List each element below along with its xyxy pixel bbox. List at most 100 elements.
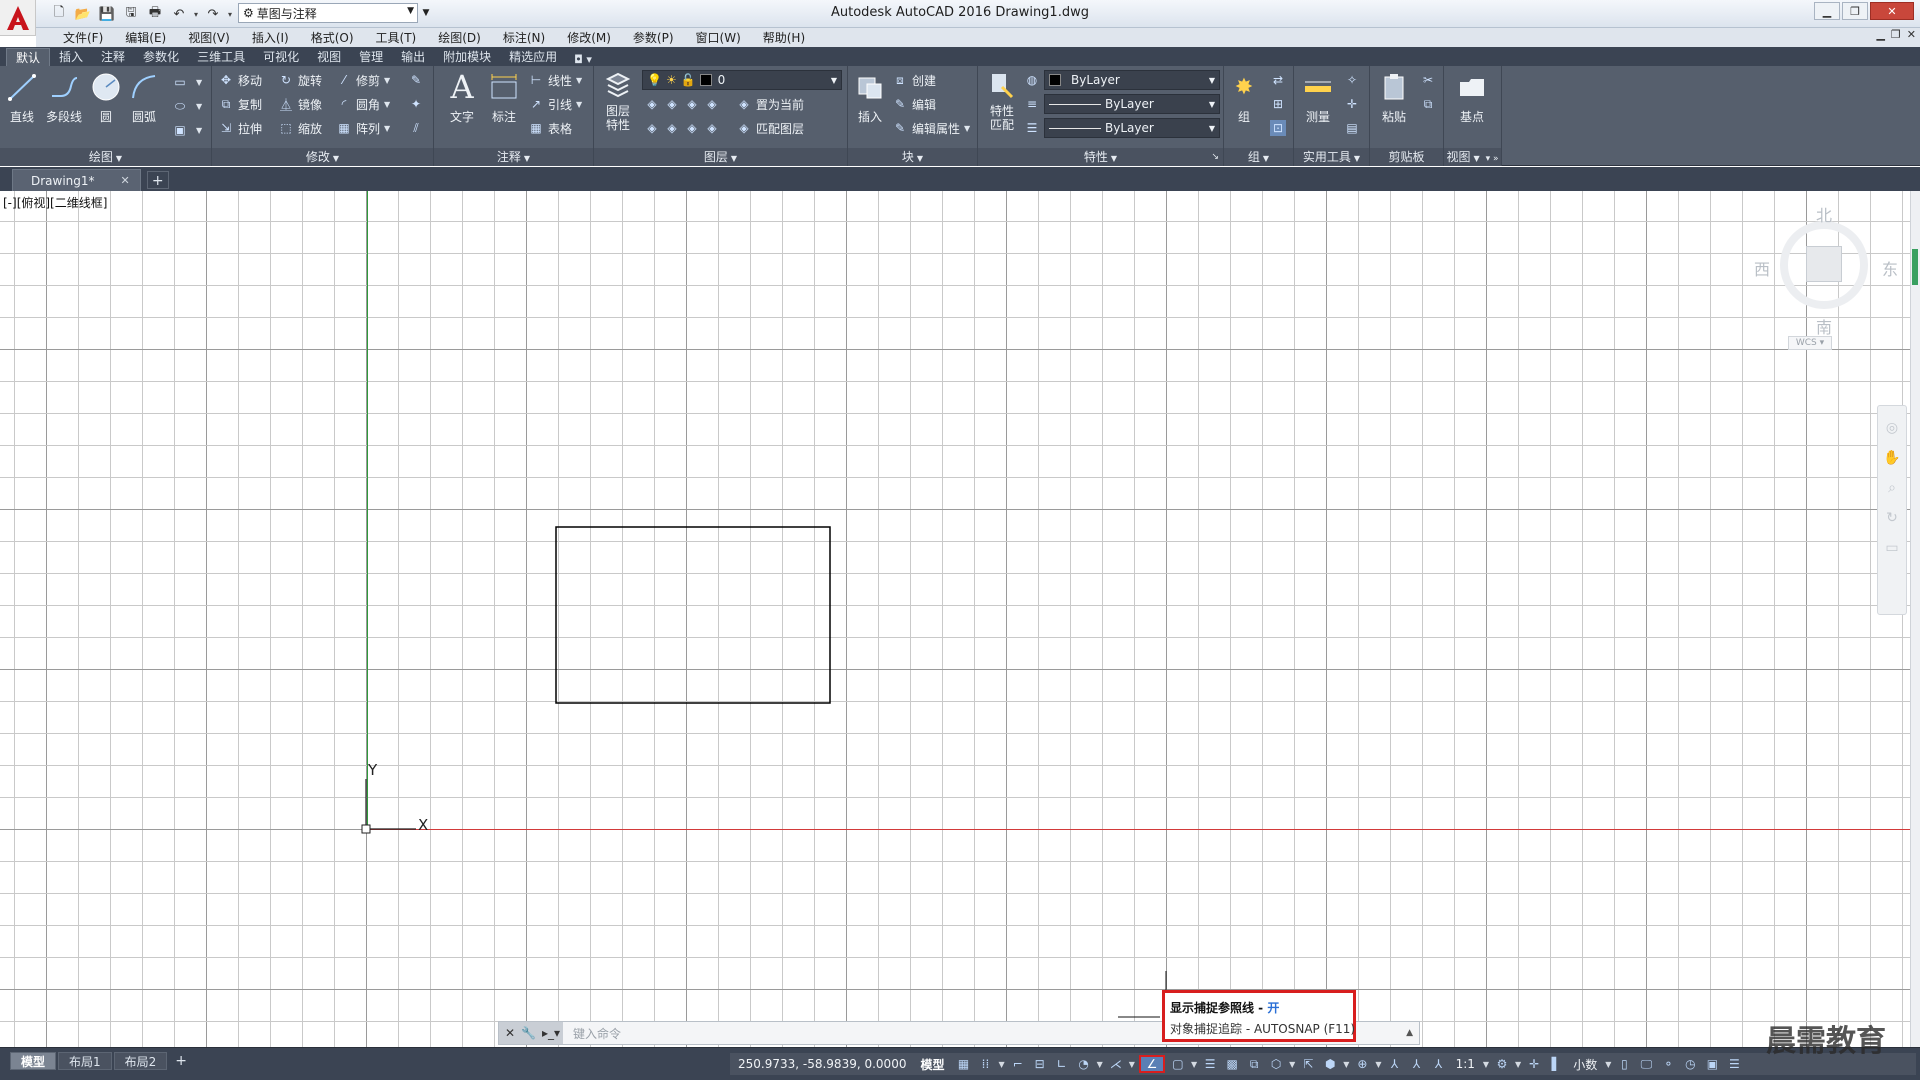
group-edit-icon[interactable]: ⊞ [1270,96,1286,112]
tab-addins[interactable]: 附加模块 [434,48,500,66]
base-view-button[interactable]: 基点 [1452,70,1492,125]
tab-manage[interactable]: 管理 [350,48,392,66]
chevron-down-icon[interactable]: ▼ [1605,1060,1611,1069]
panel-dialog-launcher-icon[interactable]: ↘ [1211,148,1219,166]
panel-title-view[interactable]: 视图 ▼ ▾ » [1444,148,1501,166]
lineweight-select[interactable]: ByLayer ▼ [1044,118,1220,138]
table-button[interactable]: ▦ 表格 [528,118,572,138]
zoom-icon[interactable]: ⌕ [1878,480,1906,496]
cut-icon[interactable]: ✂ [1420,72,1436,88]
compass-east[interactable]: 东 [1882,256,1898,280]
offset-button[interactable]: ⫽ [408,118,428,138]
wrench-icon[interactable]: 🔧 [521,1026,536,1040]
viewport-label[interactable]: [-][俯视][二维线框] [3,194,107,211]
layout-tab-layout2[interactable]: 布局2 [113,1052,168,1070]
menu-tools[interactable]: 工具(T) [365,29,428,46]
point-icon[interactable]: ✛ [1344,96,1360,112]
model-space-toggle[interactable]: 模型 [920,1056,944,1073]
viewcube[interactable]: 北 南 东 西 WCS ▾ [1750,206,1910,350]
layer-thaw-icon[interactable]: ◈ [684,120,700,136]
group-select-icon[interactable]: ⊡ [1270,120,1286,136]
panel-title-block[interactable]: 块 ▼ [848,148,977,166]
annotation-scale-value[interactable]: 1:1 [1456,1057,1475,1071]
wcs-menu[interactable]: WCS ▾ [1788,336,1832,350]
copy-button[interactable]: ⧉ 复制 [218,94,262,114]
units-value[interactable]: 小数 [1573,1056,1597,1073]
menu-modify[interactable]: 修改(M) [556,29,622,46]
tab-annotate[interactable]: 注释 [92,48,134,66]
panel-title-modify[interactable]: 修改 ▼ [212,148,433,166]
file-tab-drawing1[interactable]: Drawing1* ✕ [12,169,141,191]
units-icon[interactable]: ▌ [1547,1055,1565,1073]
tab-output[interactable]: 输出 [392,48,434,66]
lock-ui-icon[interactable]: 🖵 [1637,1055,1655,1073]
set-current-button[interactable]: ◈ 置为当前 [736,94,804,114]
tab-insert[interactable]: 插入 [50,48,92,66]
panel-title-groups[interactable]: 组 ▼ [1224,148,1293,166]
line-button[interactable]: 直线 [2,70,42,125]
layer-isolate-icon[interactable]: ◈ [664,96,680,112]
recent-commands-icon[interactable]: ▸_▾ [542,1026,560,1040]
trim-button[interactable]: ⁄ 修剪 ▼ [336,70,390,90]
workspace-switch-icon[interactable]: ⚙ [1493,1055,1511,1073]
quick-select-icon[interactable]: ✧ [1344,72,1360,88]
menu-draw[interactable]: 绘图(D) [427,29,492,46]
auto-scale-icon[interactable]: ⅄ [1408,1055,1426,1073]
annotation-visibility-icon[interactable]: ⅄ [1386,1055,1404,1073]
menu-help[interactable]: 帮助(H) [752,29,816,46]
chevron-down-icon[interactable]: ▼ [1097,1060,1103,1069]
edit-attributes-button[interactable]: ✎ 编辑属性 ▼ [892,118,970,138]
array-button[interactable]: ▦ 阵列 ▼ [336,118,390,138]
paste-button[interactable]: 粘贴 [1374,70,1414,125]
hardware-acceleration-icon[interactable]: ◷ [1681,1055,1699,1073]
create-block-button[interactable]: ⧈ 创建 [892,70,936,90]
layer-off-icon[interactable]: ◈ [644,96,660,112]
polar-tracking-icon[interactable]: ◔ [1075,1055,1093,1073]
layer-properties-button[interactable]: 图层 特性 [596,70,640,132]
menu-window[interactable]: 窗口(W) [685,29,752,46]
vertical-scrollbar[interactable] [1910,191,1920,1047]
doc-minimize-icon[interactable]: ▁ [1876,28,1884,41]
doc-restore-icon[interactable]: ❐ [1891,28,1901,41]
ortho-icon[interactable]: ∟ [1053,1055,1071,1073]
menu-file[interactable]: 文件(F) [52,29,114,46]
steering-wheel-icon[interactable]: ◎ [1878,420,1906,436]
linetype-select[interactable]: ByLayer ▼ [1044,94,1220,114]
panel-title-properties[interactable]: 特性 ▼ ↘ [978,148,1223,166]
clean-screen-icon[interactable]: ▣ [1703,1055,1721,1073]
color-select[interactable]: ByLayer ▼ [1044,70,1220,90]
application-menu-button[interactable] [0,0,36,36]
layer-unlock-icon[interactable]: ◈ [704,120,720,136]
fillet-button[interactable]: ◜ 圆角 ▼ [336,94,391,114]
insert-block-button[interactable]: 插入 [850,70,890,125]
close-icon[interactable]: ✕ [505,1026,515,1040]
coordinates-readout[interactable]: 250.9733, -58.9839, 0.0000 [738,1057,906,1071]
panel-title-annotation[interactable]: 注释 ▼ [434,148,593,166]
chevron-down-icon[interactable]: ▼ [1289,1060,1295,1069]
calculator-icon[interactable]: ▤ [1344,120,1360,136]
layer-unisolate-icon[interactable]: ◈ [664,120,680,136]
selection-filter-icon[interactable]: ⬢ [1321,1055,1339,1073]
menu-dimension[interactable]: 标注(N) [492,29,556,46]
layer-freeze-icon[interactable]: ◈ [684,96,700,112]
ribbon-minimize-toggle-icon[interactable]: ◘ ▾ [566,53,600,66]
dimension-button[interactable]: 标注 [484,70,524,125]
scrollbar-thumb[interactable] [1912,249,1918,285]
ungroup-icon[interactable]: ⇄ [1270,72,1286,88]
close-button[interactable]: ✕ [1870,2,1914,20]
polyline-button[interactable]: 多段线 [42,70,86,125]
tab-home[interactable]: 默认 [6,48,51,66]
tab-parametric[interactable]: 参数化 [134,48,188,66]
selection-cycling-icon[interactable]: ⧉ [1245,1055,1263,1073]
viewcube-top-face[interactable] [1806,246,1842,282]
group-button[interactable]: ✸ 组 [1226,70,1262,125]
menu-parametric[interactable]: 参数(P) [622,29,685,46]
gizmo-icon[interactable]: ⊕ [1353,1055,1371,1073]
tab-3d-tools[interactable]: 三维工具 [188,48,254,66]
panel-title-utilities[interactable]: 实用工具 ▼ [1294,148,1369,166]
copy-clip-icon[interactable]: ⧉ [1420,96,1436,112]
tab-view[interactable]: 视图 [308,48,350,66]
doc-close-icon[interactable]: ✕ [1907,28,1916,41]
match-properties-button[interactable]: 特性 匹配 [982,70,1022,132]
quick-properties-icon[interactable]: ▯ [1615,1055,1633,1073]
